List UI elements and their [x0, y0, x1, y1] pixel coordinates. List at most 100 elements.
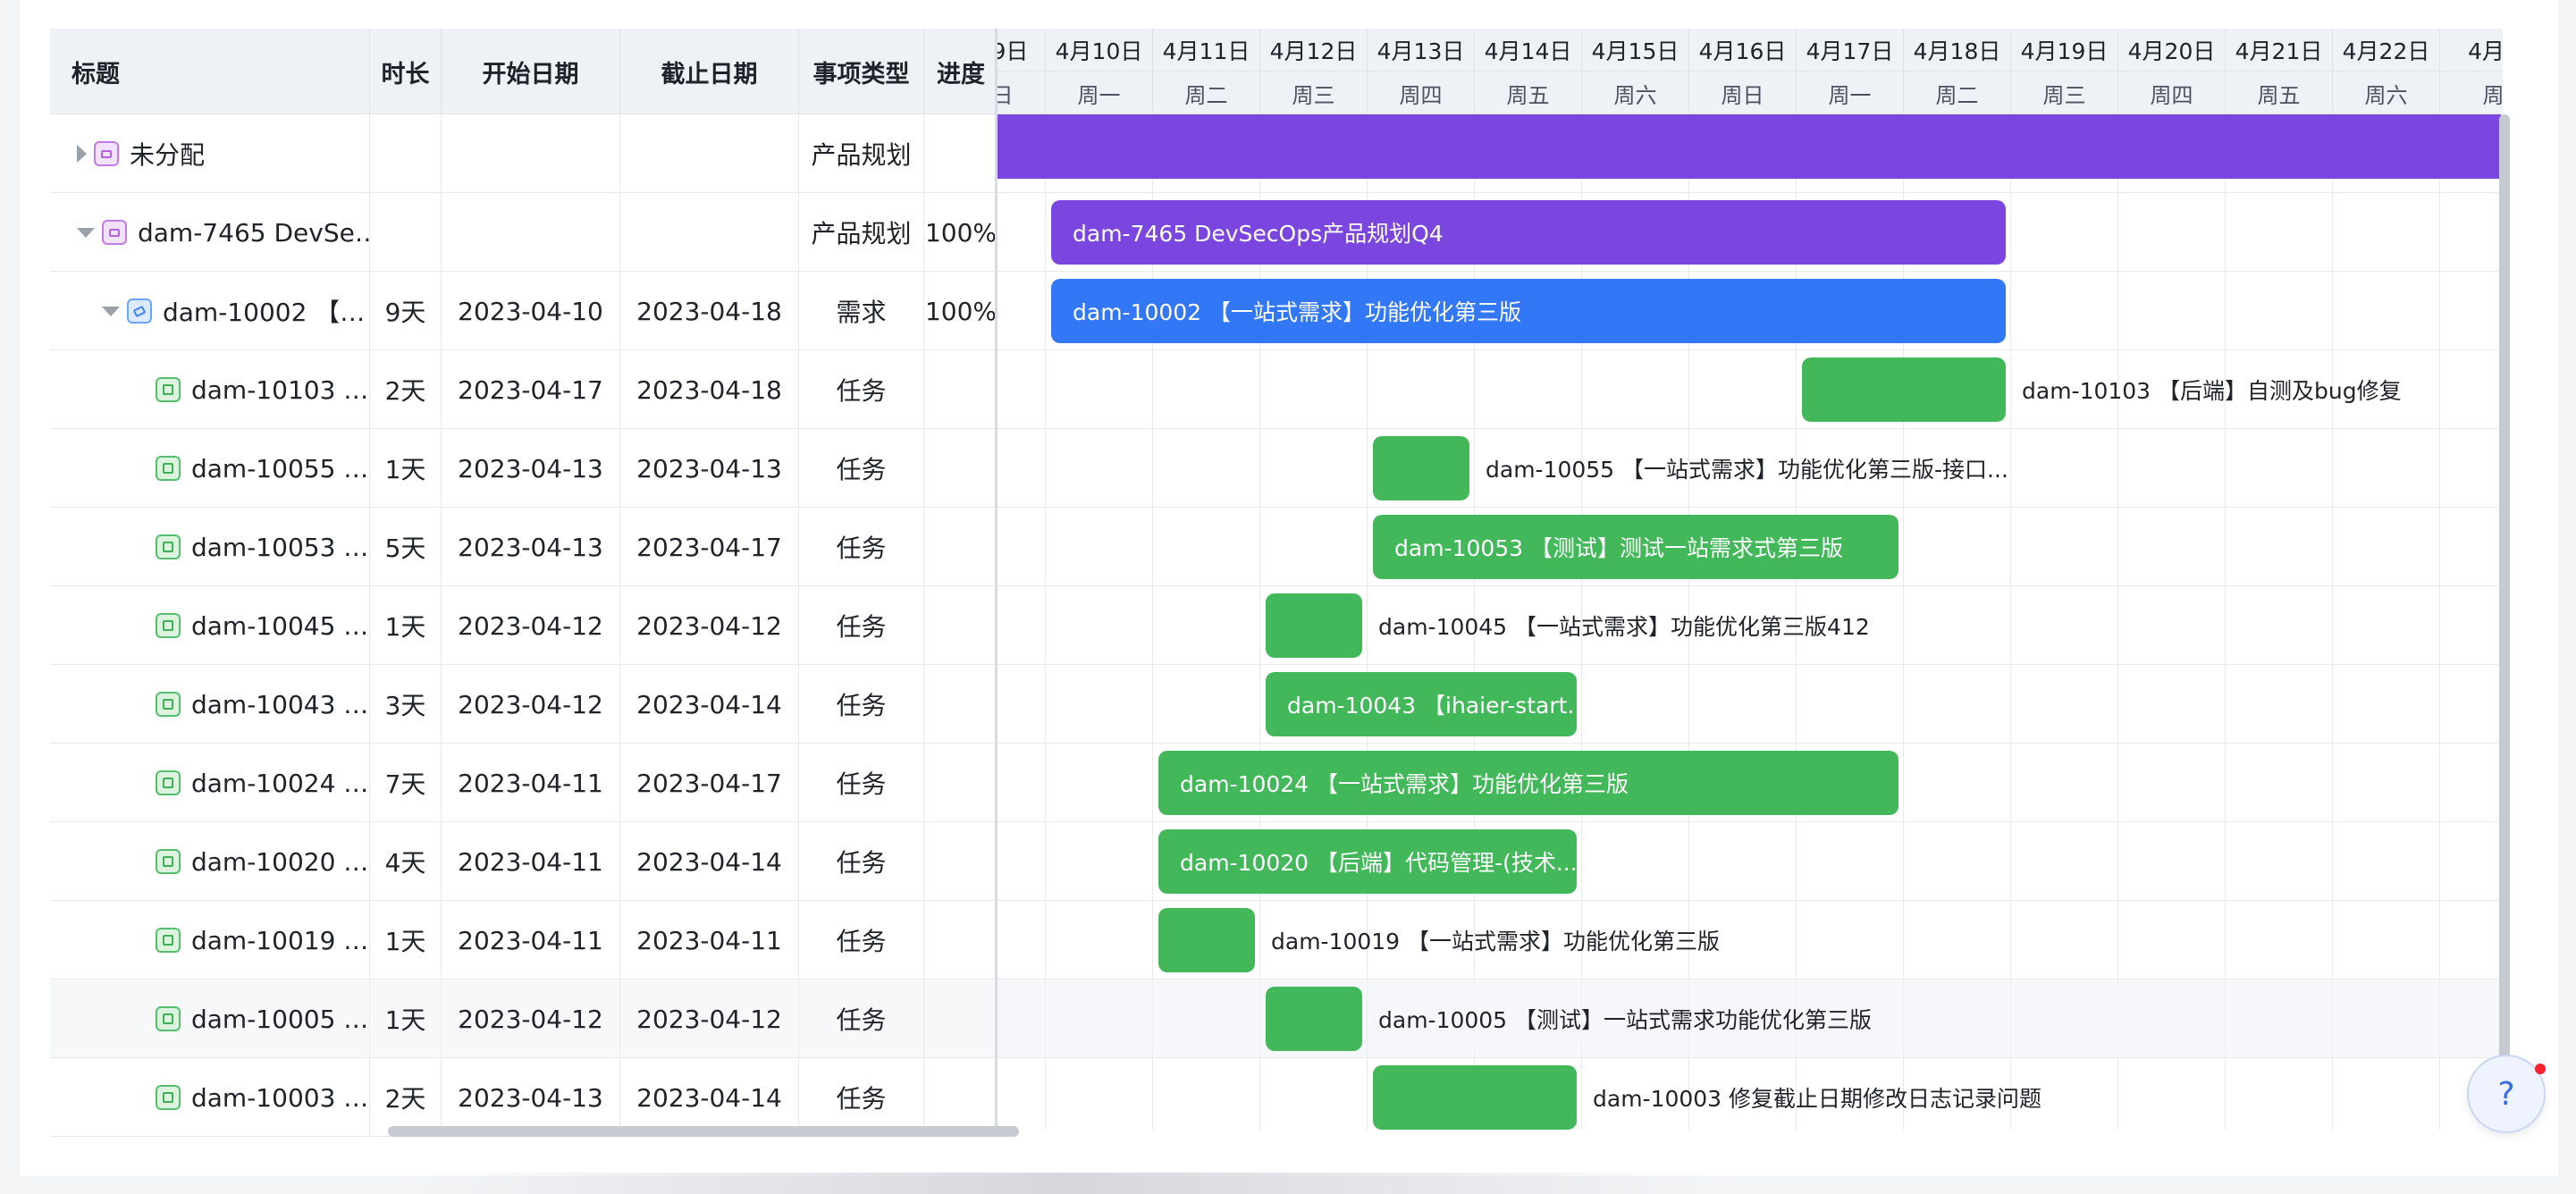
gantt-bar[interactable]: [1158, 908, 1255, 972]
title-cell[interactable]: dam-10002 【…: [50, 272, 370, 350]
row-title[interactable]: dam-10005 …: [191, 1005, 368, 1034]
table-row[interactable]: dam-7465 DevSe… 产品规划 100%: [50, 193, 998, 272]
cell-type: 产品规划: [799, 114, 924, 193]
date-header: 4月2: [2440, 29, 2503, 71]
gantt-bar[interactable]: dam-10024 【一站式需求】功能优化第三版: [1158, 751, 1898, 815]
title-cell[interactable]: dam-10103 …: [50, 350, 370, 429]
column-header-start-date[interactable]: 开始日期: [442, 29, 620, 114]
gantt-bar[interactable]: [1266, 593, 1362, 658]
table-row[interactable]: dam-10020 … 4天 2023-04-11 2023-04-14 任务: [50, 822, 998, 901]
table-row[interactable]: dam-10005 … 1天 2023-04-12 2023-04-12 任务: [50, 980, 998, 1058]
gantt-bar-text: dam-10002 【一站式需求】功能优化第三版: [1073, 299, 1522, 325]
table-row[interactable]: dam-10055 … 1天 2023-04-13 2023-04-13 任务: [50, 429, 998, 508]
gantt-bar[interactable]: dam-7465 DevSecOps产品规划Q4: [1051, 200, 2006, 265]
gantt-bar[interactable]: [1373, 436, 1469, 500]
row-title[interactable]: 未分配: [130, 136, 205, 172]
column-header-progress[interactable]: 进度: [924, 29, 998, 114]
title-cell[interactable]: 未分配: [50, 114, 370, 193]
horizontal-scrollbar[interactable]: [388, 1126, 1019, 1137]
cell-end: 2023-04-17: [620, 744, 799, 822]
gantt-bar-label: dam-10005 【测试】一站式需求功能优化第三版: [1378, 1007, 1873, 1033]
gantt-bar-text: dam-7465 DevSecOps产品规划Q4: [1073, 221, 1444, 247]
column-header-duration[interactable]: 时长: [370, 29, 442, 114]
gantt-bar[interactable]: dam-10002 【一站式需求】功能优化第三版: [1051, 279, 2006, 343]
cell-duration: 3天: [370, 665, 442, 744]
title-cell[interactable]: dam-10005 …: [50, 980, 370, 1058]
gantt-bar[interactable]: dam-10053 【测试】测试一站需求式第三版: [1373, 515, 1898, 579]
gantt-bar-label: dam-10003 修复截止日期修改日志记录问题: [1593, 1086, 2042, 1112]
table-row[interactable]: dam-10019 … 1天 2023-04-11 2023-04-11 任务: [50, 901, 998, 980]
table-header: 标题 时长 开始日期 截止日期 事项类型 进度: [50, 29, 998, 114]
row-title[interactable]: dam-10024 …: [191, 769, 368, 798]
table-row[interactable]: 未分配 产品规划: [50, 114, 998, 193]
vertical-scrollbar[interactable]: [2499, 114, 2510, 1130]
help-button[interactable]: ?: [2467, 1055, 2546, 1133]
cell-progress: [924, 980, 998, 1058]
gantt-bar[interactable]: [1802, 357, 2006, 422]
row-title[interactable]: dam-10055 …: [191, 454, 368, 483]
weekday-header: 周日: [998, 71, 1046, 114]
gantt-bar[interactable]: [1373, 1065, 1577, 1130]
column-header-title[interactable]: 标题: [50, 29, 370, 114]
row-title[interactable]: dam-10003 …: [191, 1083, 368, 1113]
date-header: 4月20日: [2118, 29, 2226, 71]
gantt-bar-text: dam-10020 【后端】代码管理-(技术...: [1180, 850, 1577, 876]
title-cell[interactable]: dam-10045 …: [50, 586, 370, 665]
table-row[interactable]: dam-10002 【… 9天 2023-04-10 2023-04-18 需求 100%: [50, 272, 998, 350]
gantt-bar[interactable]: dam-10020 【后端】代码管理-(技术...: [1158, 829, 1577, 894]
gantt-bar[interactable]: [998, 114, 2501, 179]
title-cell[interactable]: dam-10019 …: [50, 901, 370, 980]
column-header-type[interactable]: 事项类型: [799, 29, 924, 114]
weekday-header: 周五: [1475, 71, 1582, 114]
title-cell[interactable]: dam-7465 DevSe…: [50, 193, 370, 272]
row-title[interactable]: dam-10103 …: [191, 375, 368, 405]
cell-end: 2023-04-11: [620, 901, 799, 980]
column-header-end-date[interactable]: 截止日期: [620, 29, 799, 114]
table-row[interactable]: dam-10024 … 7天 2023-04-11 2023-04-17 任务: [50, 744, 998, 822]
cell-progress: 100%: [924, 296, 998, 326]
collapse-caret-icon[interactable]: [77, 227, 95, 238]
cell-end: 2023-04-14: [620, 665, 799, 744]
folder-icon: [102, 220, 127, 245]
title-cell[interactable]: dam-10024 …: [50, 744, 370, 822]
cell-end: 2023-04-13: [620, 429, 799, 508]
cell-end: 2023-04-12: [620, 586, 799, 665]
gantt-bar[interactable]: [1266, 987, 1362, 1051]
row-title[interactable]: dam-10043 …: [191, 690, 368, 719]
row-title[interactable]: dam-10020 …: [191, 847, 368, 877]
table-row[interactable]: dam-10043 … 3天 2023-04-12 2023-04-14 任务: [50, 665, 998, 744]
gantt-bar-label: dam-10045 【一站式需求】功能优化第三版412: [1378, 614, 1870, 640]
task-icon: [156, 1006, 181, 1031]
title-cell[interactable]: dam-10043 …: [50, 665, 370, 744]
task-icon: [156, 849, 181, 874]
table-row[interactable]: dam-10053 … 5天 2023-04-13 2023-04-17 任务: [50, 508, 998, 586]
cell-progress: [924, 665, 998, 744]
row-title[interactable]: dam-10002 【…: [163, 293, 365, 329]
gantt-bar-label: dam-10055 【一站式需求】功能优化第三版-接口...: [1486, 457, 2008, 483]
table-row[interactable]: dam-10103 … 2天 2023-04-17 2023-04-18 任务: [50, 350, 998, 429]
title-cell[interactable]: dam-10055 …: [50, 429, 370, 508]
cell-end: [620, 114, 799, 193]
title-cell[interactable]: dam-10020 …: [50, 822, 370, 901]
cell-start: 2023-04-17: [442, 350, 620, 429]
weekday-header: 周六: [2333, 71, 2440, 114]
expand-caret-icon[interactable]: [77, 145, 87, 163]
collapse-caret-icon[interactable]: [102, 306, 120, 316]
table-row[interactable]: dam-10003 … 2天 2023-04-13 2023-04-14 任务: [50, 1058, 998, 1137]
cell-duration: 5天: [370, 508, 442, 586]
title-cell[interactable]: dam-10053 …: [50, 508, 370, 586]
row-title[interactable]: dam-10045 …: [191, 611, 368, 641]
gantt-bar-label: dam-10019 【一站式需求】功能优化第三版: [1271, 929, 1721, 954]
row-title[interactable]: dam-7465 DevSe…: [138, 218, 369, 248]
task-icon-glyph: [163, 463, 173, 474]
gantt-bar[interactable]: dam-10043 【ihaier-start...: [1266, 672, 1577, 736]
table-row[interactable]: dam-10045 … 1天 2023-04-12 2023-04-12 任务: [50, 586, 998, 665]
title-cell[interactable]: dam-10003 …: [50, 1058, 370, 1137]
weekday-header: 周日: [1689, 71, 1797, 114]
row-title[interactable]: dam-10019 …: [191, 926, 368, 955]
date-header: 4月19日: [2011, 29, 2118, 71]
task-icon-glyph: [163, 856, 173, 867]
gantt-bar-text: dam-10043 【ihaier-start...: [1287, 693, 1577, 719]
row-title[interactable]: dam-10053 …: [191, 533, 368, 562]
date-header: 4月15日: [1582, 29, 1689, 71]
